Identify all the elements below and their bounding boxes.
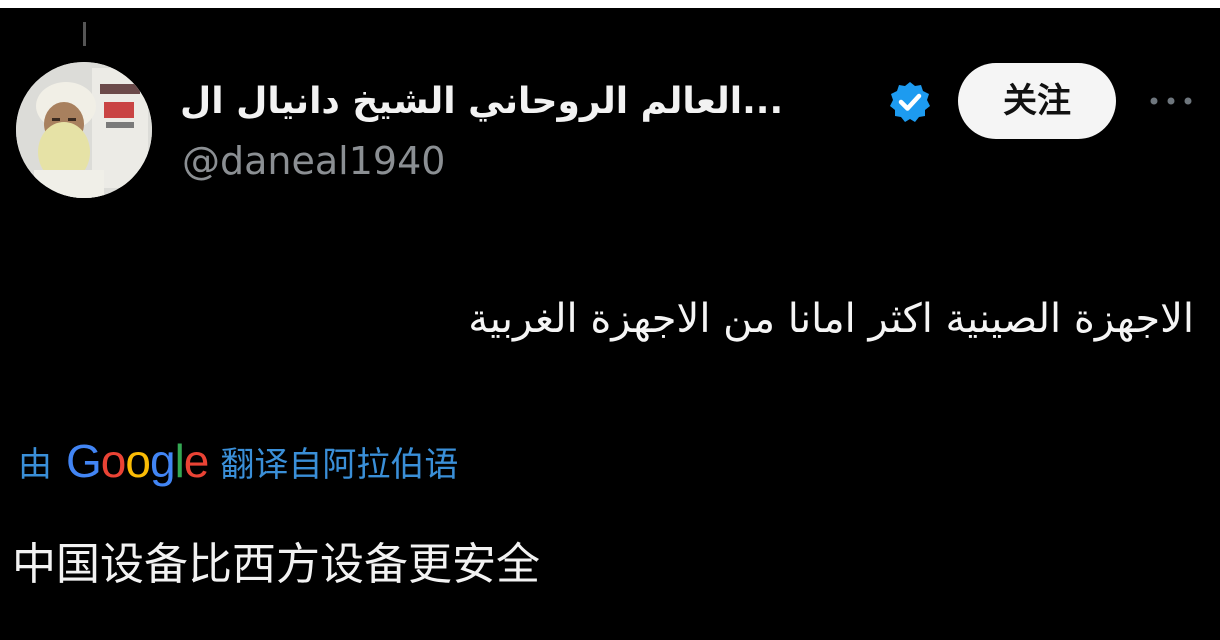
top-edge-strip bbox=[0, 0, 1220, 8]
display-name[interactable]: العالم الروحاني الشيخ دانيال ال... bbox=[180, 72, 830, 132]
google-logo: Google bbox=[66, 435, 209, 487]
translation-source-label: 翻译自阿拉伯语 bbox=[220, 444, 459, 485]
translation-attribution[interactable]: 由 Google 翻译自阿拉伯语 bbox=[18, 432, 458, 490]
verified-badge-icon bbox=[888, 80, 932, 124]
translated-text: 中国设备比西方设备更安全 bbox=[12, 539, 540, 590]
avatar-image bbox=[16, 62, 152, 198]
tweet-text: الاجهزة الصينية اكثر امانا من الاجهزة ال… bbox=[468, 296, 1194, 342]
avatar[interactable] bbox=[16, 62, 152, 198]
more-options-icon[interactable] bbox=[1146, 88, 1196, 114]
user-handle[interactable]: @daneal1940 bbox=[182, 138, 445, 184]
scroll-indicator bbox=[83, 22, 86, 46]
translation-prefix: 由 bbox=[18, 444, 52, 485]
follow-button[interactable]: 关注 bbox=[958, 63, 1116, 139]
